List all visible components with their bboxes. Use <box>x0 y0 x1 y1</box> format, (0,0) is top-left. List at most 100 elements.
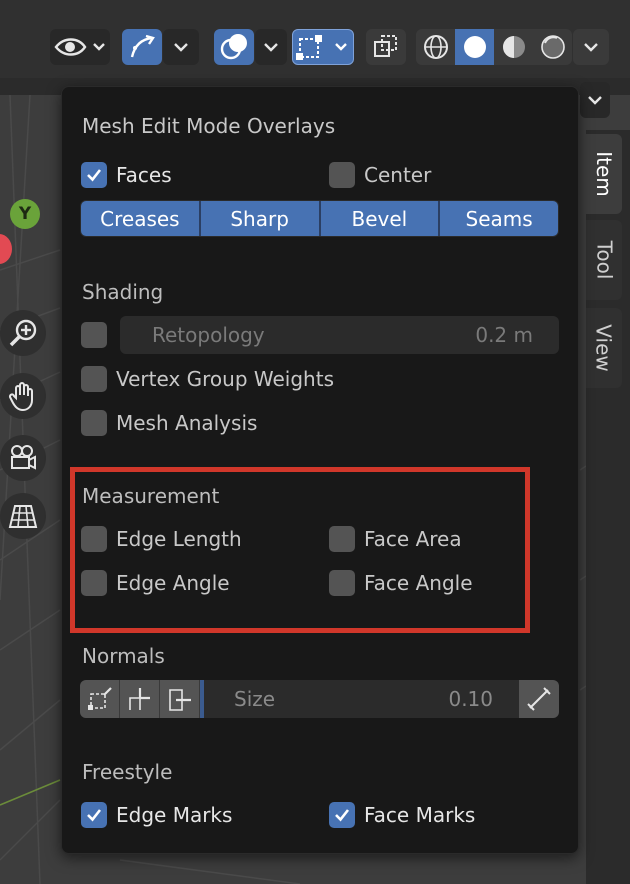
face-marks-label: Face Marks <box>364 803 476 827</box>
center-label: Center <box>364 163 432 187</box>
normals-controls: Size 0.10 <box>80 680 559 718</box>
mesh-analysis-row[interactable]: Mesh Analysis <box>81 409 257 437</box>
gizmo-icon <box>130 34 155 58</box>
material-sphere-icon <box>502 36 525 58</box>
chevron-down-icon <box>588 96 602 105</box>
rendered-shading-button[interactable] <box>533 29 572 65</box>
retopology-offset-field[interactable]: Retopology 0.2 m <box>120 316 559 354</box>
zoom-icon <box>9 319 37 347</box>
face-area-row[interactable]: Face Area <box>329 525 462 553</box>
wireframe-shading-button[interactable] <box>416 29 455 65</box>
popover-title: Mesh Edit Mode Overlays <box>82 114 336 138</box>
grid-perspective-icon <box>8 505 38 528</box>
shading-mode-group <box>416 29 572 65</box>
secondary-dropdown-button[interactable] <box>580 82 610 118</box>
solid-shading-button[interactable] <box>455 29 494 65</box>
chevron-down-icon <box>584 43 598 52</box>
checkmark-icon <box>87 169 102 182</box>
edge-angle-row[interactable]: Edge Angle <box>81 569 230 597</box>
material-preview-button[interactable] <box>494 29 533 65</box>
tab-tool[interactable]: Tool <box>586 220 622 300</box>
tab-tool-label: Tool <box>592 240 617 280</box>
face-angle-checkbox[interactable] <box>329 570 355 596</box>
ortho-toggle-button[interactable] <box>0 493 46 539</box>
mesh-analysis-checkbox[interactable] <box>81 410 107 436</box>
edge-length-checkbox[interactable] <box>81 526 107 552</box>
gizmo-toggle-button[interactable] <box>122 29 162 65</box>
face-angle-row[interactable]: Face Angle <box>329 569 473 597</box>
y-axis-label: Y <box>18 204 32 224</box>
face-marks-checkbox[interactable] <box>329 802 355 828</box>
retopology-label: Retopology <box>152 323 265 347</box>
camera-icon <box>11 445 36 470</box>
shading-section-title: Shading <box>82 280 164 304</box>
edge-length-row[interactable]: Edge Length <box>81 525 242 553</box>
diagonal-ruler-icon <box>527 687 551 711</box>
faces-checkbox-row[interactable]: Faces <box>81 161 172 189</box>
center-checkbox-row[interactable]: Center <box>329 161 431 189</box>
edge-marks-label: Edge Marks <box>116 803 233 827</box>
vertex-normals-button[interactable] <box>80 680 120 718</box>
rendered-sphere-icon <box>540 35 565 59</box>
vertex-group-weights-checkbox[interactable] <box>81 366 107 392</box>
solid-sphere-icon <box>463 36 486 58</box>
edge-angle-label: Edge Angle <box>116 571 230 595</box>
edge-length-label: Edge Length <box>116 527 242 551</box>
measurement-section-title: Measurement <box>82 484 220 508</box>
y-axis-gizmo[interactable]: Y <box>10 199 40 229</box>
edge-marks-row[interactable]: Edge Marks <box>81 801 232 829</box>
face-area-checkbox[interactable] <box>329 526 355 552</box>
wireframe-sphere-icon <box>423 35 448 59</box>
pan-button[interactable] <box>0 373 46 419</box>
split-normal-icon <box>128 688 150 710</box>
seams-button[interactable]: Seams <box>440 201 558 236</box>
retopology-checkbox-row[interactable] <box>81 321 107 349</box>
eye-icon <box>54 38 105 56</box>
edge-marks-checkbox[interactable] <box>81 802 107 828</box>
overlays-dropdown-button[interactable] <box>255 29 287 65</box>
mesh-overlay-icon <box>296 35 347 60</box>
face-marks-row[interactable]: Face Marks <box>329 801 475 829</box>
object-visibility-button[interactable] <box>50 29 110 65</box>
hand-icon <box>8 382 33 412</box>
tab-view[interactable]: View <box>586 308 622 388</box>
retopology-value: 0.2 m <box>475 323 533 347</box>
normals-size-field[interactable]: Size 0.10 <box>200 680 519 718</box>
tab-view-label: View <box>592 324 616 372</box>
bevel-button[interactable]: Bevel <box>320 201 441 236</box>
sharp-button[interactable]: Sharp <box>200 201 321 236</box>
zoom-button[interactable] <box>0 310 46 356</box>
vertex-group-weights-row[interactable]: Vertex Group Weights <box>81 365 334 393</box>
camera-view-button[interactable] <box>0 435 46 481</box>
overlays-icon <box>220 34 247 60</box>
chevron-down-icon <box>174 43 188 52</box>
edge-display-button-group: Creases Sharp Bevel Seams <box>80 200 559 237</box>
edge-angle-checkbox[interactable] <box>81 570 107 596</box>
normals-size-value: 0.10 <box>448 687 493 711</box>
xray-icon <box>374 35 397 57</box>
face-normal-icon <box>168 689 191 711</box>
retopology-checkbox[interactable] <box>81 322 107 348</box>
overlays-toggle-button[interactable] <box>214 29 254 65</box>
gizmo-dropdown-button[interactable] <box>163 29 199 65</box>
freestyle-section-title: Freestyle <box>82 760 173 784</box>
vertex-group-weights-label: Vertex Group Weights <box>116 367 334 391</box>
face-angle-label: Face Angle <box>364 571 473 595</box>
tab-item-label: Item <box>592 151 616 197</box>
face-normals-button[interactable] <box>160 680 200 718</box>
mesh-edit-overlays-button[interactable] <box>292 29 354 65</box>
face-area-label: Face Area <box>364 527 462 551</box>
split-normals-button[interactable] <box>120 680 160 718</box>
mesh-analysis-label: Mesh Analysis <box>116 411 258 435</box>
faces-label: Faces <box>116 163 172 187</box>
center-checkbox[interactable] <box>329 162 355 188</box>
tab-item[interactable]: Item <box>586 134 622 214</box>
chevron-down-icon <box>264 43 278 52</box>
xray-toggle-button[interactable] <box>366 29 406 65</box>
normals-constant-screen-size-button[interactable] <box>519 680 559 718</box>
faces-checkbox[interactable] <box>81 162 107 188</box>
normals-section-title: Normals <box>82 644 165 668</box>
shading-dropdown-button[interactable] <box>573 29 609 65</box>
checkmark-icon <box>335 809 350 822</box>
creases-button[interactable]: Creases <box>81 201 201 236</box>
